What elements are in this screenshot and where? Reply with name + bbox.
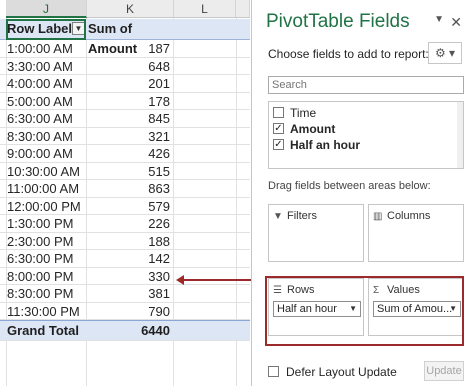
filters-area-title: Filters [287, 210, 317, 222]
amount-cell[interactable]: 845 [86, 110, 172, 128]
amount-cell[interactable]: 226 [86, 215, 172, 233]
row-label-cell[interactable]: 1:00:00 AM [7, 40, 73, 58]
selected-cell-outline [6, 19, 86, 40]
amount-cell[interactable]: 381 [86, 285, 172, 303]
row-label-cell[interactable]: 11:30:00 PM [7, 303, 80, 321]
table-row: 11:00:00 AM 863 [0, 180, 250, 198]
row-label-cell[interactable]: 6:30:00 PM [7, 250, 74, 268]
pane-title: PivotTable Fields [266, 11, 410, 32]
amount-cell[interactable]: 863 [86, 180, 172, 198]
spreadsheet: J K L Row Labels ▼ Sum of Amount 1:00:00… [0, 0, 250, 386]
annotation-arrow-head [176, 275, 184, 285]
row-label-cell[interactable]: 10:30:00 AM [7, 163, 80, 181]
row-label-cell[interactable]: 8:30:00 AM [7, 128, 73, 146]
field-list: Time ✓ Amount ✓ Half an hour [268, 101, 464, 169]
tools-gear-button[interactable]: ⚙ ▾ [428, 42, 462, 64]
grand-total-value[interactable]: 6440 [86, 321, 172, 341]
field-label: Half an hour [290, 138, 361, 152]
row-label-cell[interactable]: 11:00:00 AM [7, 180, 79, 198]
table-row: 5:00:00 AM 178 [0, 93, 250, 111]
amount-cell[interactable]: 579 [86, 198, 172, 216]
drag-fields-label: Drag fields between areas below: [268, 180, 431, 192]
row-label-cell[interactable]: 2:30:00 PM [7, 233, 74, 251]
row-label-cell[interactable]: 5:00:00 AM [7, 93, 73, 111]
amount-cell[interactable]: 201 [86, 75, 172, 93]
checkbox-icon[interactable] [273, 107, 284, 118]
field-list-scrollbar[interactable] [457, 102, 463, 168]
columns-area-title: Columns [387, 210, 431, 222]
amount-cell[interactable]: 426 [86, 145, 172, 163]
amount-cell[interactable]: 142 [86, 250, 172, 268]
checkbox-icon[interactable] [268, 366, 279, 377]
table-row: 1:30:00 PM 226 [0, 215, 250, 233]
row-label-cell[interactable]: 9:00:00 AM [7, 145, 73, 163]
amount-cell[interactable]: 515 [86, 163, 172, 181]
filters-area[interactable]: ▼ Filters [268, 204, 364, 262]
table-row: 9:00:00 AM 426 [0, 145, 250, 163]
table-row: 12:00:00 PM 579 [0, 198, 250, 216]
checkbox-checked-icon[interactable]: ✓ [273, 139, 284, 150]
choose-fields-label: Choose fields to add to report: [268, 47, 429, 61]
table-row: 1:00:00 AM 187 [0, 40, 250, 58]
table-row: 2:30:00 PM 188 [0, 233, 250, 251]
amount-cell[interactable]: 187 [86, 40, 172, 58]
amount-cell[interactable]: 188 [86, 233, 172, 251]
table-row: 4:00:00 AM 201 [0, 75, 250, 93]
row-label-cell[interactable]: 6:30:00 AM [7, 110, 73, 128]
columns-icon: ▥ [373, 211, 383, 222]
grand-total-label[interactable]: Grand Total [7, 321, 79, 341]
table-row: 8:30:00 PM 381 [0, 285, 250, 303]
field-label: Amount [290, 122, 336, 136]
search-input[interactable] [268, 76, 464, 94]
amount-cell[interactable]: 330 [86, 268, 172, 286]
table-row: 11:30:00 PM 790 [0, 303, 250, 321]
pane-options-chevron-icon[interactable]: ▼ [434, 14, 444, 25]
amount-cell[interactable]: 790 [86, 303, 172, 321]
column-header-blank [236, 0, 250, 18]
table-row: 8:00:00 PM 330 [0, 268, 250, 286]
table-row: 3:30:00 AM 648 [0, 58, 250, 76]
amount-cell[interactable]: 321 [86, 128, 172, 146]
column-header-l[interactable]: L [174, 0, 236, 18]
update-button[interactable]: Update [424, 361, 464, 381]
row-label-cell[interactable]: 8:30:00 PM [7, 285, 74, 303]
table-row: 6:30:00 PM 142 [0, 250, 250, 268]
field-label: Time [290, 106, 317, 120]
row-label-cell[interactable]: 4:00:00 AM [7, 75, 73, 93]
checkbox-checked-icon[interactable]: ✓ [273, 123, 284, 134]
table-row: 8:30:00 AM 321 [0, 128, 250, 146]
row-label-cell[interactable]: 12:00:00 PM [7, 198, 81, 216]
highlight-box [265, 276, 464, 346]
gear-icon: ⚙ ▾ [434, 46, 456, 60]
table-row: 6:30:00 AM 845 [0, 110, 250, 128]
filter-icon: ▼ [273, 211, 283, 222]
column-header-j[interactable]: J [6, 0, 87, 18]
amount-cell[interactable]: 648 [86, 58, 172, 76]
column-header-k[interactable]: K [87, 0, 174, 18]
table-row: 10:30:00 AM 515 [0, 163, 250, 181]
defer-label: Defer Layout Update [286, 365, 397, 379]
close-icon[interactable]: ✕ [450, 14, 462, 31]
amount-cell[interactable]: 178 [86, 93, 172, 111]
columns-area[interactable]: ▥ Columns [368, 204, 464, 262]
row-label-cell[interactable]: 3:30:00 AM [7, 58, 73, 76]
row-label-cell[interactable]: 1:30:00 PM [7, 215, 74, 233]
row-label-cell[interactable]: 8:00:00 PM [7, 268, 74, 286]
grand-total-row: Grand Total 6440 [0, 320, 250, 341]
